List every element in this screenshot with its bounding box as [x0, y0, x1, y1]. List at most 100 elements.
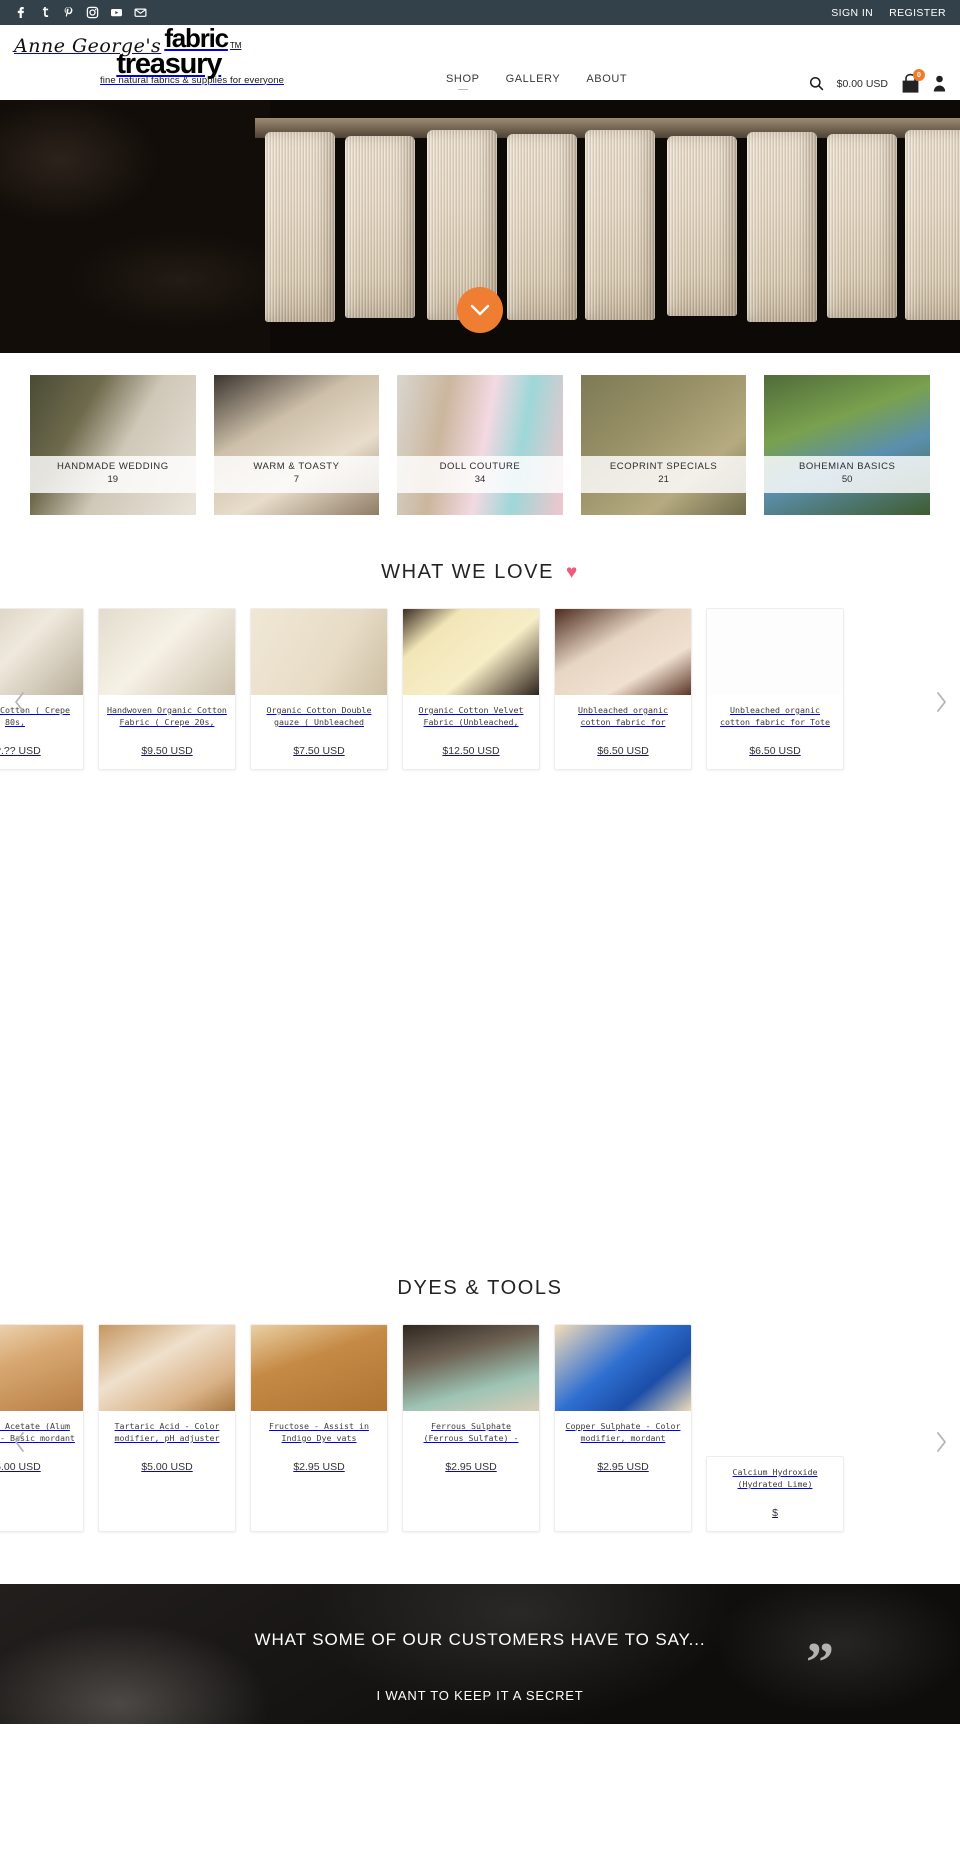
pinterest-icon[interactable]	[62, 6, 75, 19]
youtube-icon[interactable]	[110, 6, 123, 19]
product-image	[99, 1325, 235, 1411]
search-icon[interactable]	[809, 76, 824, 91]
product-title: Organic Cotton Double gauze ( Unbleached	[266, 705, 372, 728]
category-label: HANDMADE WEDDING 19	[30, 456, 196, 493]
product-price: $2.95 USD	[445, 1461, 497, 1473]
category-card-ecoprint-specials[interactable]: ECOPRINT SPECIALS 21	[580, 375, 747, 515]
product-price: $	[772, 1507, 778, 1519]
product-card[interactable]: Tartaric Acid - Color modifier, pH adjus…	[98, 1324, 236, 1532]
cart-icon[interactable]: 0	[901, 69, 925, 94]
product-price: $?.?? USD	[0, 745, 41, 757]
what-we-love-heading: WHAT WE LOVE ♥	[0, 533, 960, 602]
trademark-mark: TM	[229, 41, 242, 50]
cart-item-count: 0	[913, 69, 925, 81]
dyes-tools-heading: DYES & TOOLS	[0, 1249, 960, 1318]
hero-dark-texture	[0, 100, 270, 353]
product-price: $2.95 USD	[293, 1461, 345, 1473]
product-card[interactable]: Fructose - Assist in Indigo Dye vats $2.…	[250, 1324, 388, 1532]
category-count: 7	[293, 474, 300, 486]
carousel-next-button[interactable]	[930, 685, 952, 719]
category-card-bohemian-basics[interactable]: BOHEMIAN BASICS 50	[764, 375, 930, 515]
heart-icon: ♥	[566, 562, 579, 583]
carousel-next-button[interactable]	[930, 1425, 952, 1459]
account-icon[interactable]	[933, 75, 946, 92]
category-label: DOLL COUTURE 34	[397, 456, 563, 493]
account-links: SIGN IN REGISTER	[831, 7, 946, 19]
product-price: $6.50 USD	[749, 745, 801, 757]
product-image	[555, 1325, 691, 1411]
category-image	[30, 375, 196, 515]
product-card[interactable]: Unbleached organic cotton fabric for Tot…	[706, 608, 844, 770]
category-name: WARM & TOASTY	[253, 461, 340, 473]
product-card[interactable]: Unbleached organic cotton fabric for Pro…	[554, 608, 692, 770]
product-image	[555, 609, 691, 695]
instagram-icon[interactable]	[86, 6, 99, 19]
category-label: ECOPRINT SPECIALS 21	[580, 456, 747, 493]
carousel-prev-button[interactable]	[8, 1425, 30, 1459]
product-card[interactable]: Organic Cotton Velvet Fabric (Unbleached…	[402, 608, 540, 770]
product-card[interactable]: Calcium Hydroxide (Hydrated Lime) $	[706, 1456, 844, 1532]
product-title: Fructose - Assist in Indigo Dye vats	[269, 1421, 369, 1444]
logo-tagline: fine natural fabrics & supplies for ever…	[100, 74, 284, 86]
dyes-tools-carousel: Aluminum Acetate (Alum Acetate) - Basic …	[0, 1318, 960, 1556]
category-card-doll-couture[interactable]: DOLL COUTURE 34	[397, 375, 563, 515]
product-title: Calcium Hydroxide (Hydrated Lime)	[732, 1467, 818, 1490]
main-navigation: SHOP GALLERY ABOUT	[446, 73, 627, 90]
category-image	[764, 375, 930, 515]
section-title-text: DYES & TOOLS	[397, 1277, 563, 1299]
product-card[interactable]: Ferrous Sulphate (Ferrous Sulfate) - Col…	[402, 1324, 540, 1532]
product-title: Unbleached organic cotton fabric for Tot…	[720, 705, 830, 728]
product-title: Unbleached organic cotton fabric for Pro…	[578, 705, 668, 728]
hero-yarn-skeins	[255, 100, 960, 353]
register-link[interactable]: REGISTER	[889, 7, 946, 19]
product-card[interactable]: Organic Cotton Double gauze ( Unbleached…	[250, 608, 388, 770]
what-we-love-carousel: Organic Cotton ( Crepe 80s, $?.?? USD Ha…	[0, 602, 960, 794]
product-title: Ferrous Sulphate (Ferrous Sulfate) - Col…	[423, 1421, 519, 1444]
scroll-down-button[interactable]	[457, 287, 503, 333]
carousel-track: Organic Cotton ( Crepe 80s, $?.?? USD Ha…	[0, 602, 960, 780]
logo-line-treasury: treasury	[116, 47, 222, 80]
testimonials-section: WHAT SOME OF OUR CUSTOMERS HAVE TO SAY..…	[0, 1584, 960, 1724]
logo-wordmark: fabric treasury	[116, 25, 229, 78]
product-card[interactable]: Copper Sulphate - Color modifier, mordan…	[554, 1324, 692, 1532]
content-loading-gap	[0, 794, 960, 1249]
product-price: $5.00 USD	[0, 1461, 41, 1473]
product-image	[403, 609, 539, 695]
nav-item-gallery[interactable]: GALLERY	[506, 73, 561, 90]
sign-in-link[interactable]: SIGN IN	[831, 7, 873, 19]
product-price: $2.95 USD	[597, 1461, 649, 1473]
product-title: Organic Cotton Velvet Fabric (Unbleached…	[418, 705, 524, 728]
email-icon[interactable]	[134, 6, 147, 19]
category-image	[397, 375, 563, 515]
quote-mark-icon: ”	[806, 1632, 834, 1694]
category-label: BOHEMIAN BASICS 50	[764, 456, 930, 493]
nav-item-about[interactable]: ABOUT	[586, 73, 627, 90]
category-name: ECOPRINT SPECIALS	[609, 461, 718, 473]
facebook-icon[interactable]	[14, 6, 27, 19]
carousel-track: Aluminum Acetate (Alum Acetate) - Basic …	[0, 1318, 960, 1542]
product-card[interactable]: Handwoven Organic Cotton Fabric ( Crepe …	[98, 608, 236, 770]
category-card-handmade-wedding[interactable]: HANDMADE WEDDING 19	[30, 375, 196, 515]
category-card-warm-toasty[interactable]: WARM & TOASTY 7	[213, 375, 380, 515]
twitter-icon[interactable]	[38, 6, 51, 19]
product-title: Handwoven Organic Cotton Fabric ( Crepe …	[107, 705, 227, 728]
cart-total-amount: $0.00 USD	[836, 77, 888, 90]
product-image	[251, 1325, 387, 1411]
category-image	[213, 375, 380, 515]
top-utility-bar: SIGN IN REGISTER	[0, 0, 960, 25]
product-image	[707, 609, 843, 695]
nav-item-shop[interactable]: SHOP	[446, 73, 480, 90]
product-price: $7.50 USD	[293, 745, 345, 757]
product-image	[403, 1325, 539, 1411]
product-image	[0, 1325, 83, 1411]
carousel-prev-button[interactable]	[8, 685, 30, 719]
category-name: HANDMADE WEDDING	[56, 461, 169, 473]
product-title: Copper Sulphate - Color modifier, mordan…	[565, 1421, 681, 1444]
category-image	[580, 375, 747, 515]
site-logo[interactable]: Anne George's fabric treasury TM fine na…	[14, 25, 294, 86]
site-header: Anne George's fabric treasury TM fine na…	[0, 25, 960, 100]
product-image	[251, 609, 387, 695]
category-count: 34	[474, 474, 486, 486]
product-image	[99, 609, 235, 695]
section-title-text: WHAT WE LOVE	[381, 561, 555, 583]
